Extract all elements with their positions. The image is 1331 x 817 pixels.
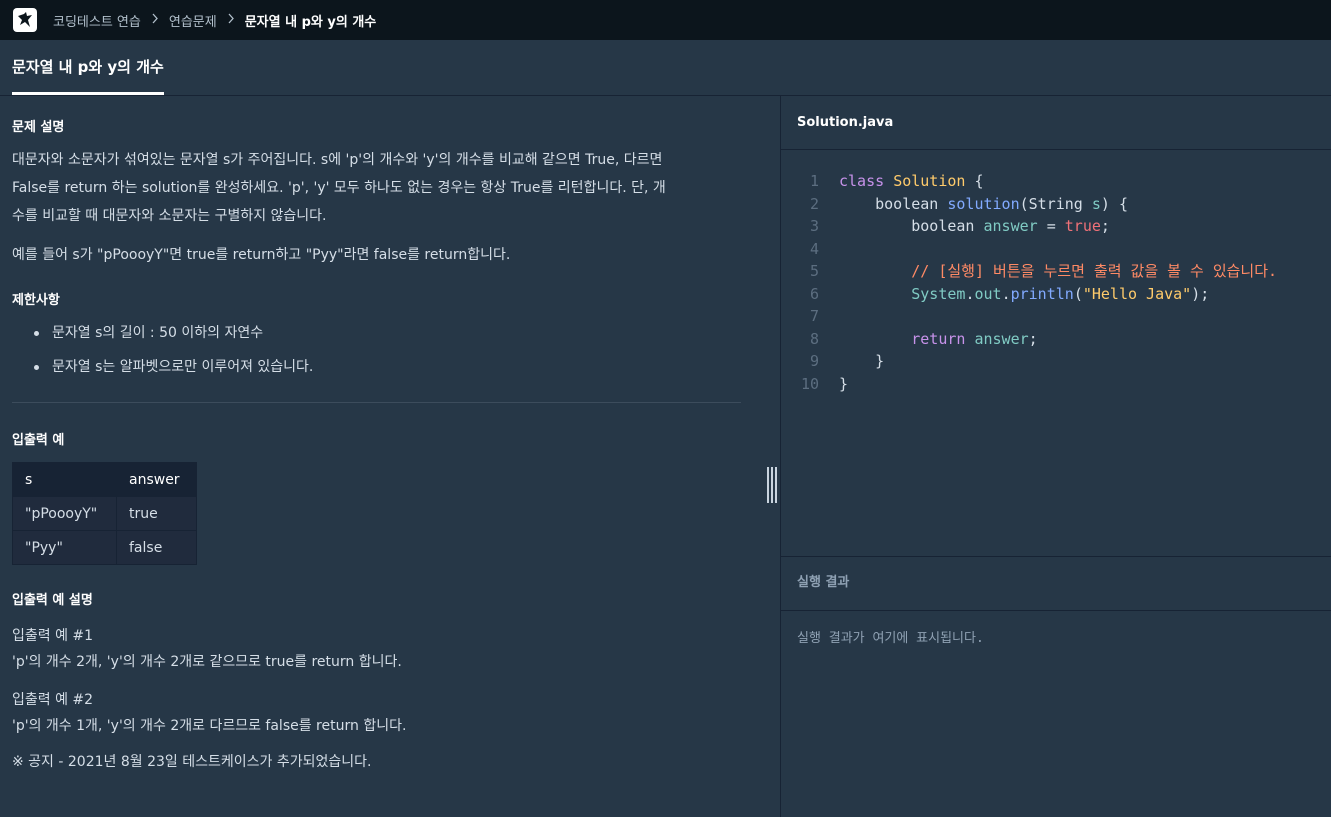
active-tab-indicator [12,92,164,95]
list-item: 문자열 s의 길이 : 50 이하의 자연수 [12,316,748,350]
column-header-s: s [12,462,117,497]
constraints-heading: 제한사항 [12,293,60,308]
line-number: 1 [809,172,819,190]
io-example-1-title: 입출력 예 #1 [12,628,94,644]
line-number: 3 [809,217,819,235]
result-heading: 실행 결과 [781,556,1331,611]
table-cell: "Pyy" [12,530,117,565]
code-line: 5 // [실행] 버튼을 누르면 출력 값을 볼 수 있습니다. [781,260,1331,283]
result-output: 실행 결과가 여기에 표시됩니다. [797,631,984,646]
io-example-2-text: 'p'의 개수 1개, 'y'의 개수 2개로 다르므로 false를 retu… [12,718,407,734]
table-row: "pPoooyY" true [12,496,197,531]
line-number: 8 [809,329,819,348]
code-line: 2 boolean solution(String s) { [781,193,1331,216]
code-line: 8 return answer; [781,328,1331,351]
section-divider [12,402,741,403]
line-number: 9 [809,352,819,370]
code-line: 1 class Solution { [781,170,1331,193]
description-example: 예를 들어 s가 "pPoooyY"면 true를 return하고 "Pyy"… [12,247,511,263]
breadcrumb-current: 문자열 내 p와 y의 개수 [244,14,377,30]
code-line: 3 boolean answer = true; [781,215,1331,238]
table-cell: "pPoooyY" [12,496,117,531]
problem-panel: 문제 설명 대문자와 소문자가 섞여있는 문자열 s가 주어집니다. s에 'p… [0,96,760,817]
constraints-list: 문자열 s의 길이 : 50 이하의 자연수 문자열 s는 알파벳으로만 이루어… [12,316,748,384]
top-navigation: 코딩테스트 연습 연습문제 문자열 내 p와 y의 개수 [0,0,1331,40]
description-line-3: 수를 비교할 때 대문자와 소문자는 구별하지 않습니다. [12,208,327,224]
breadcrumb-practice[interactable]: 연습문제 [169,11,217,30]
tab-solution-java[interactable]: Solution.java [781,96,1331,150]
tab-problem-title[interactable]: 문자열 내 p와 y의 개수 [12,40,164,96]
code-line: 9 } [781,350,1331,373]
breadcrumb: 코딩테스트 연습 연습문제 문자열 내 p와 y의 개수 [53,11,376,30]
table-header-row: s answer [12,462,197,497]
editor-panel: Solution.java 1 class Solution { 2 boole… [780,96,1331,817]
description-line-2: False를 return 하는 solution를 완성하세요. 'p', '… [12,180,666,196]
column-header-answer: answer [116,462,197,497]
pane-splitter[interactable] [760,96,780,817]
line-number: 6 [809,284,819,303]
breadcrumb-coding-test[interactable]: 코딩테스트 연습 [53,11,141,30]
programmers-logo-icon[interactable] [13,8,37,32]
line-number: 5 [809,262,819,280]
list-item: 문자열 s는 알파벳으로만 이루어져 있습니다. [12,350,748,384]
line-number: 10 [800,374,819,393]
code-line: 4 [781,238,1331,261]
io-description-heading: 입출력 예 설명 [12,593,93,608]
code-line: 7 [781,305,1331,328]
line-number: 2 [809,194,819,213]
code-line: 6 System.out.println("Hello Java"); [781,283,1331,306]
description-heading: 문제 설명 [12,120,65,135]
line-number: 4 [809,239,819,258]
code-editor[interactable]: 1 class Solution { 2 boolean solution(St… [781,150,1331,556]
table-cell: false [116,530,197,565]
io-example-table: s answer "pPoooyY" true "Pyy" false [12,462,197,565]
io-example-1-text: 'p'의 개수 2개, 'y'의 개수 2개로 같으므로 true를 retur… [12,654,402,670]
chevron-right-icon [151,13,159,27]
io-heading: 입출력 예 [12,433,65,448]
code-line: 10 } [781,373,1331,396]
io-example-2-title: 입출력 예 #2 [12,692,94,708]
chevron-right-icon [227,13,235,27]
title-bar: 문자열 내 p와 y의 개수 [0,40,1331,96]
table-row: "Pyy" false [12,530,197,565]
table-cell: true [116,496,197,531]
notice-text: ※ 공지 - 2021년 8월 23일 테스트케이스가 추가되었습니다. [12,754,372,770]
description-line-1: 대문자와 소문자가 섞여있는 문자열 s가 주어집니다. s에 'p'의 개수와… [12,152,663,168]
drag-handle-icon[interactable] [767,467,777,503]
line-number: 7 [809,307,819,325]
